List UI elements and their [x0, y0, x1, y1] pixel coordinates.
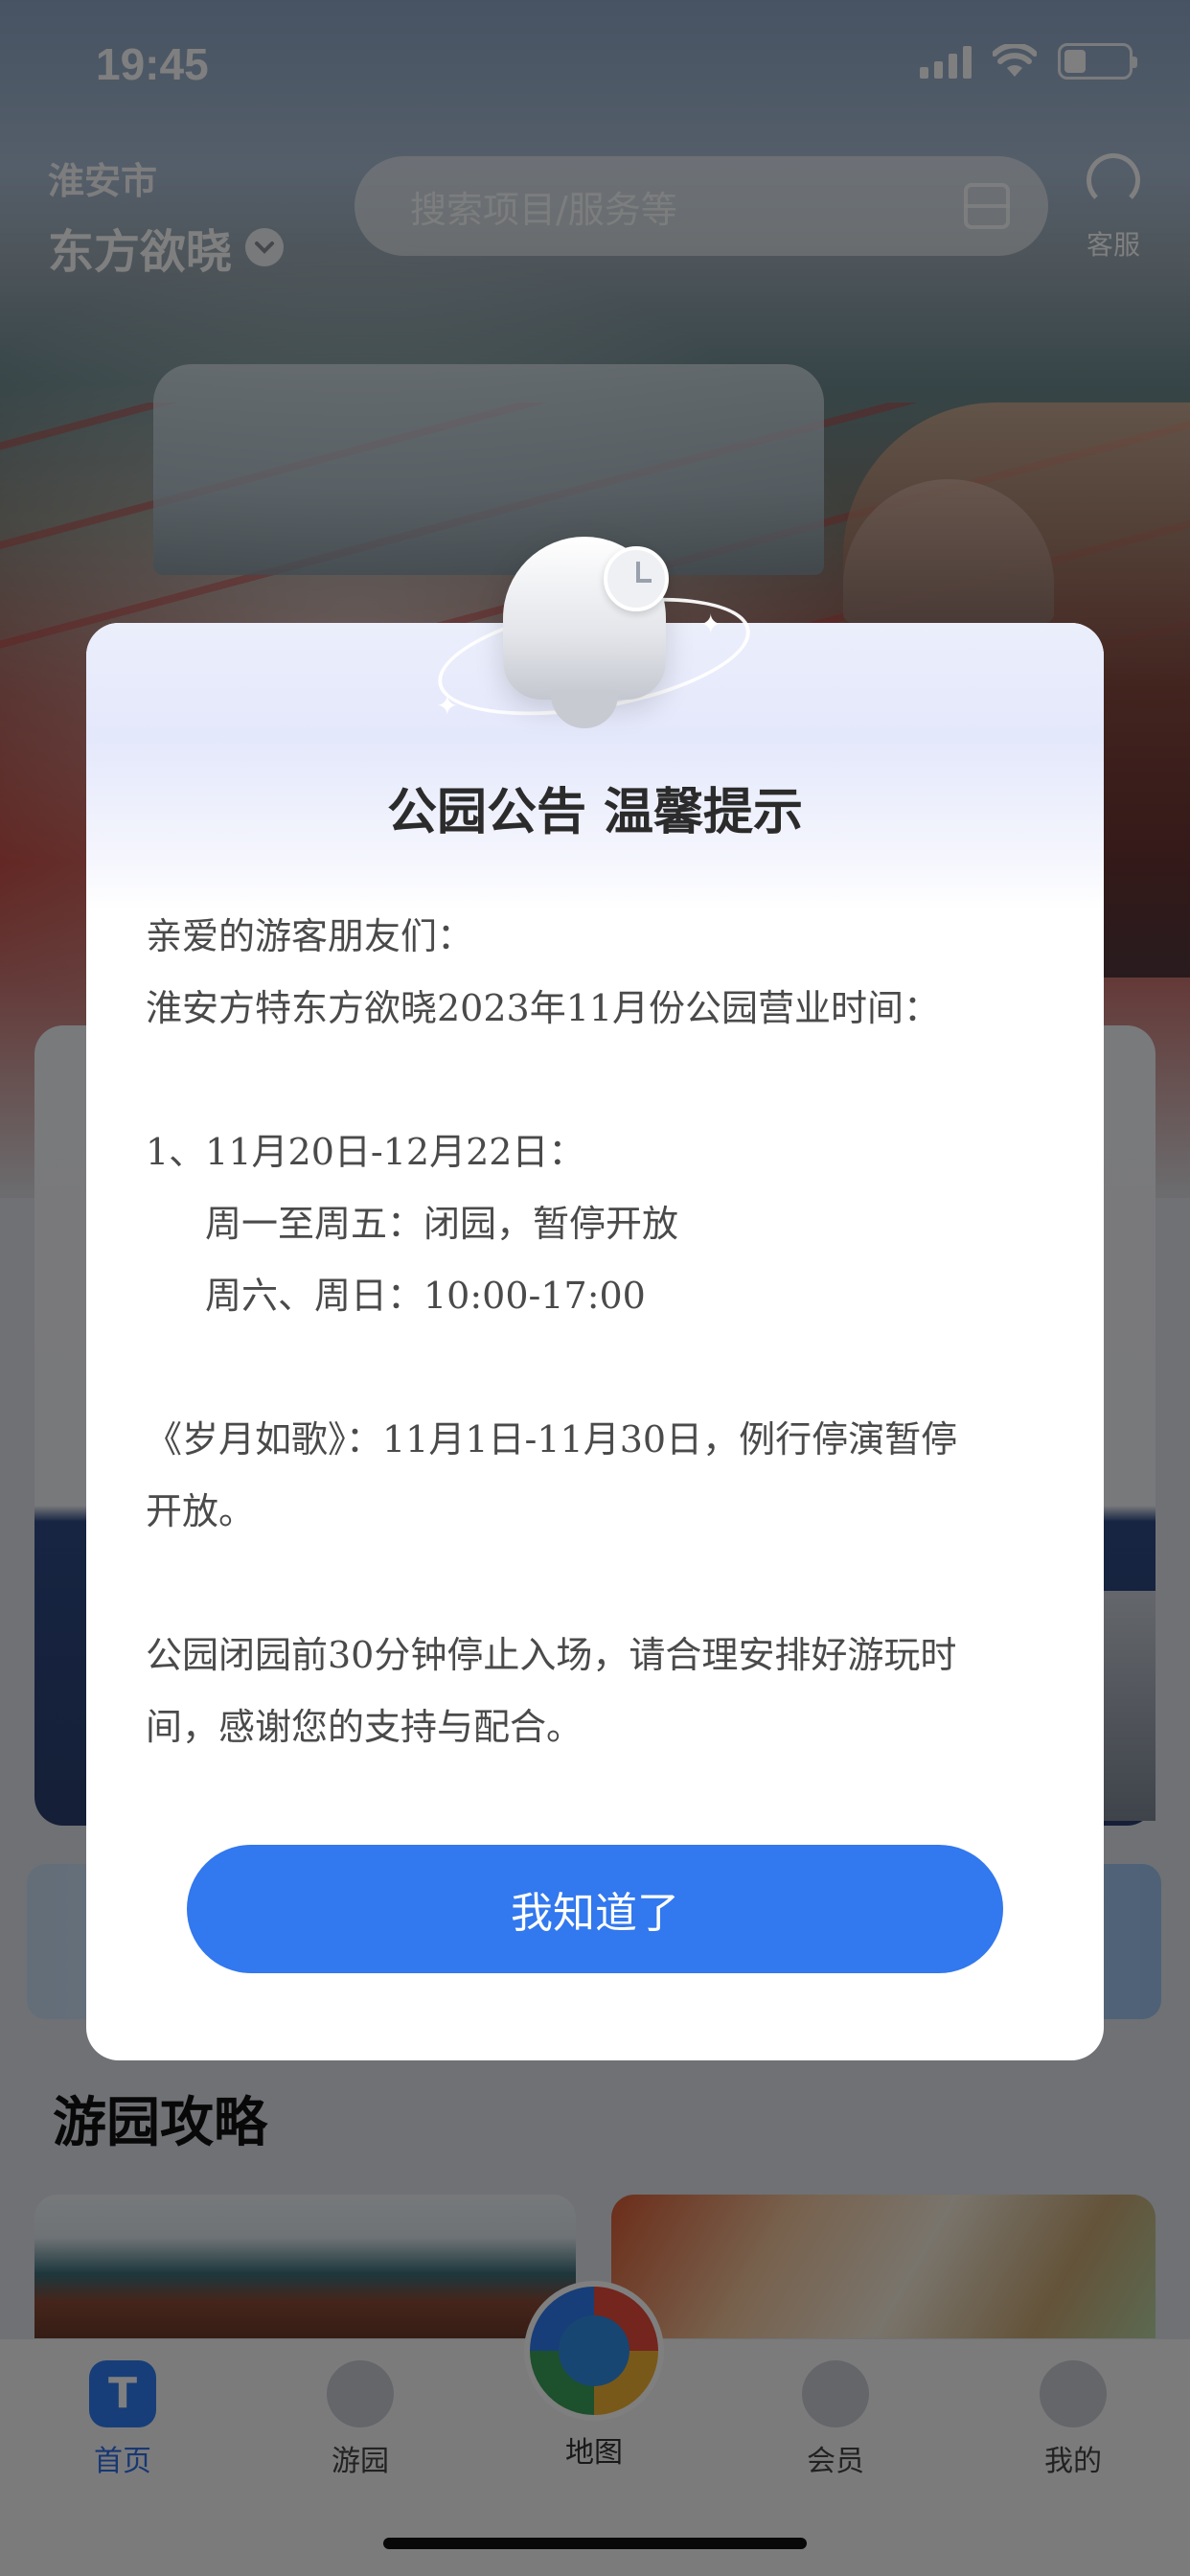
notice-line: 间，感谢您的支持与配合。 [146, 1706, 584, 1748]
clock-icon [604, 546, 669, 611]
notice-line: 《岁月如歌》：11月1日-11月30日，例行停演暂停 [146, 1418, 958, 1460]
notice-line: 周六、周日：10:00-17:00 [205, 1275, 646, 1317]
dialog-body: 亲爱的游客朋友们： 淮安方特东方欲晓2023年11月份公园营业时间： 1、11月… [146, 901, 1046, 1763]
announcement-dialog: ✦ ✦ 公园公告 温馨提示 亲爱的游客朋友们： 淮安方特东方欲晓2023年11月… [86, 537, 1104, 2060]
confirm-button[interactable]: 我知道了 [187, 1845, 1003, 1973]
notice-line: 淮安方特东方欲晓2023年11月份公园营业时间： [146, 987, 941, 1029]
bell-icon: ✦ ✦ [428, 518, 760, 738]
notice-line: 开放。 [146, 1490, 256, 1532]
notice-line: 周一至周五：闭园，暂停开放 [205, 1203, 679, 1245]
notice-line: 亲爱的游客朋友们： [146, 915, 474, 957]
notice-line: 1、11月20日-12月22日： [146, 1131, 585, 1173]
notice-line: 公园闭园前30分钟停止入场，请合理安排好游玩时 [146, 1634, 957, 1676]
dialog-title: 公园公告 温馨提示 [386, 784, 804, 841]
